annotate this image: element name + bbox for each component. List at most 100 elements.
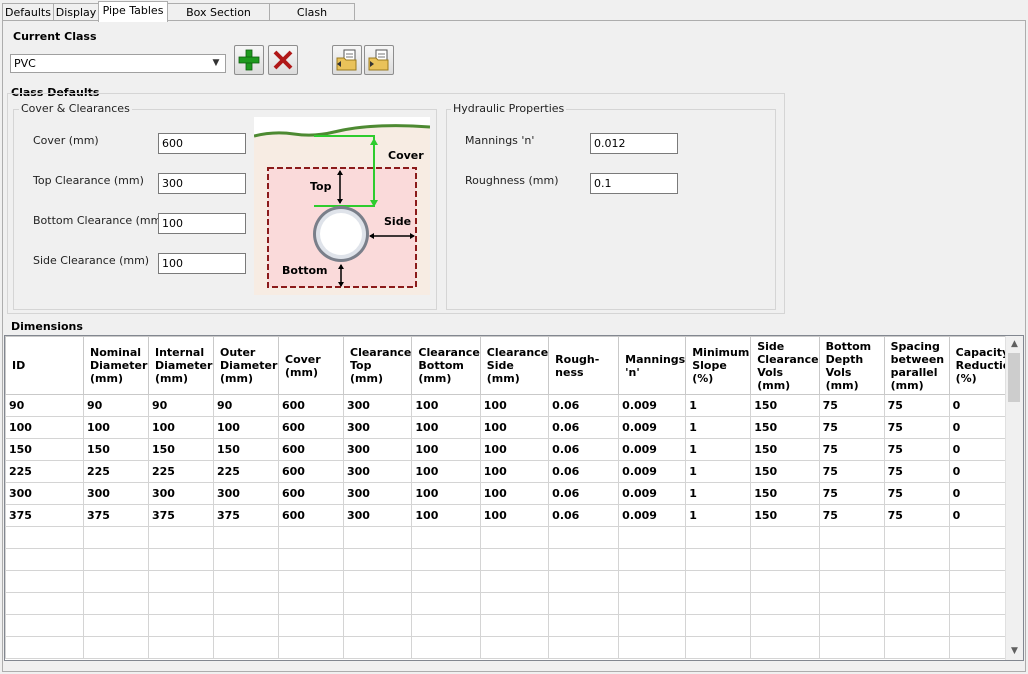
table-cell[interactable]: [548, 592, 620, 615]
table-cell[interactable]: 0.009: [618, 394, 687, 417]
table-cell[interactable]: [83, 592, 149, 615]
table-cell[interactable]: [213, 570, 279, 593]
table-cell[interactable]: 300: [148, 482, 214, 505]
table-cell[interactable]: 0.06: [548, 504, 620, 527]
table-cell[interactable]: [83, 548, 149, 571]
column-header[interactable]: Spacing between parallel (mm): [883, 336, 950, 395]
table-cell[interactable]: 375: [213, 504, 279, 527]
table-cell[interactable]: [479, 614, 550, 637]
table-cell[interactable]: 225: [148, 460, 214, 483]
table-cell[interactable]: 75: [818, 504, 885, 527]
table-cell[interactable]: 150: [750, 504, 820, 527]
table-cell[interactable]: [618, 526, 687, 549]
tab-pipe-tables[interactable]: Pipe Tables: [98, 1, 168, 22]
table-cell[interactable]: [548, 548, 620, 571]
table-cell[interactable]: [750, 636, 820, 659]
column-header[interactable]: Clearance Side (mm): [479, 336, 550, 395]
table-cell[interactable]: [479, 636, 550, 659]
table-cell[interactable]: 0.009: [618, 482, 687, 505]
table-cell[interactable]: 100: [479, 416, 550, 439]
table-cell[interactable]: 100: [479, 482, 550, 505]
table-cell[interactable]: 1: [685, 416, 752, 439]
table-cell[interactable]: [83, 614, 149, 637]
tab-box-section-tables[interactable]: Box Section Tables: [167, 3, 270, 36]
table-cell[interactable]: 300: [342, 482, 413, 505]
table-cell[interactable]: 225: [83, 460, 149, 483]
empty-table-row[interactable]: [5, 570, 1020, 593]
table-cell[interactable]: 150: [750, 460, 820, 483]
current-class-select[interactable]: PVC ▼: [10, 54, 226, 73]
tab-clash-detection[interactable]: Clash Detection: [269, 3, 355, 36]
table-cell[interactable]: 150: [83, 438, 149, 461]
table-cell[interactable]: 100: [479, 460, 550, 483]
scroll-up-icon[interactable]: ▲: [1006, 336, 1023, 353]
empty-table-row[interactable]: [5, 636, 1020, 659]
table-cell[interactable]: [411, 570, 481, 593]
table-cell[interactable]: [5, 570, 84, 593]
table-cell[interactable]: [278, 548, 344, 571]
table-cell[interactable]: 375: [83, 504, 149, 527]
column-header[interactable]: Bottom Depth Vols (mm): [818, 336, 885, 395]
table-cell[interactable]: 100: [83, 416, 149, 439]
table-cell[interactable]: 375: [148, 504, 214, 527]
table-cell[interactable]: [342, 526, 413, 549]
table-cell[interactable]: [883, 570, 950, 593]
table-cell[interactable]: [818, 614, 885, 637]
table-cell[interactable]: 75: [818, 482, 885, 505]
empty-table-row[interactable]: [5, 592, 1020, 615]
table-cell[interactable]: [479, 592, 550, 615]
table-cell[interactable]: [83, 636, 149, 659]
table-cell[interactable]: [548, 526, 620, 549]
table-cell[interactable]: [818, 526, 885, 549]
table-cell[interactable]: [685, 614, 752, 637]
table-cell[interactable]: [213, 592, 279, 615]
table-cell[interactable]: [342, 592, 413, 615]
table-cell[interactable]: [750, 548, 820, 571]
table-cell[interactable]: [618, 548, 687, 571]
table-cell[interactable]: [883, 592, 950, 615]
empty-table-row[interactable]: [5, 614, 1020, 637]
table-cell[interactable]: 300: [342, 504, 413, 527]
table-cell[interactable]: 100: [479, 438, 550, 461]
table-cell[interactable]: 150: [750, 482, 820, 505]
table-cell[interactable]: 600: [278, 438, 344, 461]
table-cell[interactable]: [685, 570, 752, 593]
bottom-clearance-field[interactable]: [158, 213, 246, 234]
table-cell[interactable]: 300: [342, 460, 413, 483]
cover-field[interactable]: [158, 133, 246, 154]
chevron-down-icon[interactable]: ▼: [209, 56, 223, 71]
table-cell[interactable]: 150: [213, 438, 279, 461]
table-cell[interactable]: [278, 526, 344, 549]
table-cell[interactable]: 75: [883, 504, 950, 527]
column-header[interactable]: Mannings'n': [618, 336, 687, 395]
table-cell[interactable]: 0.06: [548, 460, 620, 483]
table-cell[interactable]: 90: [148, 394, 214, 417]
table-cell[interactable]: [685, 548, 752, 571]
table-cell[interactable]: 100: [5, 416, 84, 439]
table-cell[interactable]: [479, 570, 550, 593]
table-cell[interactable]: 75: [883, 394, 950, 417]
table-cell[interactable]: 1: [685, 504, 752, 527]
table-cell[interactable]: [213, 636, 279, 659]
table-cell[interactable]: [342, 570, 413, 593]
table-cell[interactable]: [750, 592, 820, 615]
table-cell[interactable]: 150: [148, 438, 214, 461]
table-cell[interactable]: [818, 548, 885, 571]
table-row[interactable]: 300 300 300 300 600 300 100 100 0.06 0.009 1 150 75 7…: [5, 482, 1020, 505]
table-row[interactable]: 225 225 225 225 600 300 100 100 0.06 0.009 1 150 75 7…: [5, 460, 1020, 483]
table-cell[interactable]: 150: [750, 416, 820, 439]
table-cell[interactable]: [342, 636, 413, 659]
column-header[interactable]: Rough-ness: [548, 336, 620, 395]
table-cell[interactable]: 90: [5, 394, 84, 417]
table-cell[interactable]: [342, 548, 413, 571]
table-cell[interactable]: 100: [411, 394, 481, 417]
table-cell[interactable]: [5, 636, 84, 659]
table-cell[interactable]: [479, 548, 550, 571]
table-cell[interactable]: 100: [411, 460, 481, 483]
table-cell[interactable]: [618, 636, 687, 659]
table-cell[interactable]: 100: [479, 394, 550, 417]
table-cell[interactable]: 375: [5, 504, 84, 527]
table-cell[interactable]: 0.009: [618, 504, 687, 527]
table-cell[interactable]: 600: [278, 460, 344, 483]
table-cell[interactable]: [618, 592, 687, 615]
